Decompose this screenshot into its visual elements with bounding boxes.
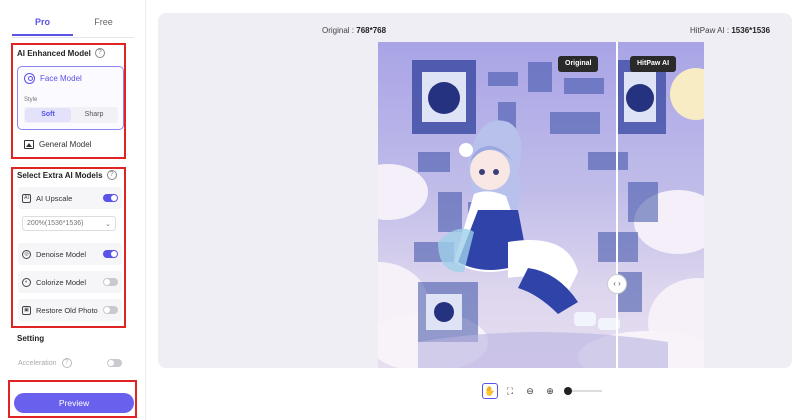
zoom-slider-knob[interactable] <box>564 387 572 395</box>
colorize-toggle[interactable] <box>103 278 118 286</box>
denoise-toggle[interactable] <box>103 250 118 258</box>
extra-models-heading: Select Extra AI Models ? <box>17 170 117 180</box>
upscale-icon: AI <box>22 193 31 203</box>
hand-icon[interactable]: ✋ <box>482 383 498 399</box>
tab-free[interactable]: Free <box>73 12 134 36</box>
style-sharp-button[interactable]: Sharp <box>71 108 117 122</box>
ai-upscale-row: AI AI Upscale <box>18 187 122 209</box>
restore-old-photo-row: ▣ Restore Old Photo <box>18 299 122 321</box>
help-icon[interactable]: ? <box>61 358 72 368</box>
mode-tabs: Pro Free <box>12 12 134 36</box>
compare-slider-handle[interactable]: ‹ › <box>607 274 627 294</box>
denoise-row: ◎ Denoise Model <box>18 243 122 265</box>
hitpaw-ai-badge: HitPaw AI <box>630 56 677 72</box>
tabs-divider <box>12 37 134 38</box>
original-size-label: Original : 768*768 <box>322 26 387 35</box>
face-icon <box>24 73 35 84</box>
zoom-slider[interactable] <box>564 387 602 395</box>
anime-artwork <box>378 60 704 368</box>
style-selector: Soft Sharp <box>24 107 118 123</box>
ai-upscale-toggle[interactable] <box>103 194 118 202</box>
chevron-down-icon: ⌄ <box>105 220 111 228</box>
preview-button[interactable]: Preview <box>14 393 134 413</box>
style-soft-button[interactable]: Soft <box>25 108 71 122</box>
comparison-image[interactable]: Original HitPaw AI ‹ › <box>378 42 704 368</box>
help-icon[interactable]: ? <box>106 170 117 180</box>
face-model-label: Face Model <box>40 74 82 83</box>
face-model-card[interactable]: Face Model Style Soft Sharp <box>17 66 124 130</box>
enhanced-size-label: HitPaw AI : 1536*1536 <box>690 26 771 35</box>
original-badge: Original <box>558 56 599 72</box>
general-model-option[interactable]: General Model <box>24 140 91 149</box>
restore-icon: ▣ <box>22 305 31 315</box>
acceleration-row: Acceleration ? <box>18 356 122 370</box>
fit-icon[interactable]: ⛶ <box>502 383 518 399</box>
zoom-out-icon[interactable]: ⊖ <box>522 383 538 399</box>
colorize-icon: ◐ <box>22 277 31 287</box>
compare-divider[interactable] <box>616 42 618 368</box>
general-model-label: General Model <box>39 140 92 149</box>
view-toolbar: ✋ ⛶ ⊖ ⊕ <box>478 381 606 401</box>
setting-heading: Setting <box>17 334 45 343</box>
zoom-in-icon[interactable]: ⊕ <box>542 383 558 399</box>
ai-enhanced-model-heading: AI Enhanced Model ? <box>17 48 105 58</box>
image-icon <box>24 140 34 149</box>
restore-toggle[interactable] <box>103 306 118 314</box>
tab-pro[interactable]: Pro <box>12 12 73 36</box>
denoise-icon: ◎ <box>22 249 31 259</box>
help-icon[interactable]: ? <box>94 48 105 58</box>
upscale-scale-select[interactable]: 200%(1536*1536) ⌄ <box>22 216 116 231</box>
style-label: Style <box>24 97 38 103</box>
sidebar: Pro Free AI Enhanced Model ? Face Model … <box>0 0 146 420</box>
colorize-row: ◐ Colorize Model <box>18 271 122 293</box>
acceleration-toggle[interactable] <box>107 359 122 367</box>
